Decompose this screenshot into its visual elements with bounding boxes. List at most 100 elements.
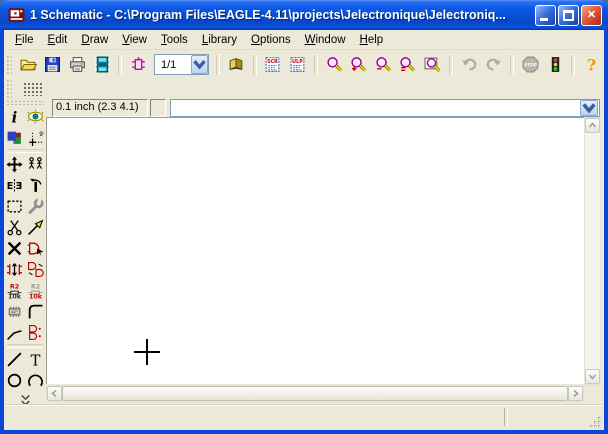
minimize-button[interactable] bbox=[535, 5, 556, 26]
chevron-left-icon bbox=[50, 389, 59, 398]
undo-button[interactable] bbox=[458, 53, 481, 76]
vertical-scrollbar[interactable] bbox=[584, 117, 601, 385]
split-icon bbox=[6, 324, 23, 341]
schematic-canvas[interactable] bbox=[46, 117, 584, 384]
close-button[interactable]: ✕ bbox=[581, 5, 602, 26]
parameter-toolbar-drag-handle[interactable] bbox=[6, 79, 12, 99]
toolbar-drag-handle[interactable] bbox=[6, 55, 12, 75]
svg-text:9°: 9° bbox=[39, 132, 44, 138]
scroll-right-button[interactable] bbox=[568, 386, 583, 401]
redo-button[interactable] bbox=[483, 53, 506, 76]
menu-file[interactable]: File bbox=[8, 32, 41, 48]
smash-tool-button[interactable] bbox=[4, 301, 25, 322]
menu-view[interactable]: View bbox=[115, 32, 154, 48]
text-tool-button[interactable]: T bbox=[25, 349, 46, 370]
miter-tool-button[interactable] bbox=[25, 301, 46, 322]
arc-tool-button[interactable] bbox=[25, 370, 46, 391]
cut-icon bbox=[6, 219, 23, 236]
zoom-fit-icon bbox=[326, 56, 343, 73]
scroll-down-button[interactable] bbox=[585, 369, 600, 384]
run-script-button[interactable]: SCR bbox=[262, 53, 285, 76]
stop-button[interactable]: STOP bbox=[519, 53, 542, 76]
title-bar[interactable]: 1 Schematic - C:\Program Files\EAGLE-4.1… bbox=[0, 0, 608, 30]
change-tool-button[interactable] bbox=[25, 196, 46, 217]
mark-tool-button[interactable]: 9° bbox=[25, 127, 46, 148]
cam-processor-button[interactable] bbox=[91, 53, 114, 76]
command-input[interactable] bbox=[170, 99, 600, 117]
print-button[interactable] bbox=[66, 53, 89, 76]
circle-tool-button[interactable] bbox=[4, 370, 25, 391]
menu-help[interactable]: Help bbox=[353, 32, 391, 48]
scrollbar-thumb[interactable] bbox=[62, 386, 568, 401]
value-icon: R210k bbox=[27, 282, 44, 299]
info-tool-button[interactable]: i bbox=[4, 106, 25, 127]
help-button[interactable]: ? bbox=[580, 53, 603, 76]
print-icon bbox=[69, 56, 86, 73]
chevron-down-icon bbox=[581, 100, 597, 116]
run-ulp-button[interactable]: ULP bbox=[286, 53, 309, 76]
zoom-redraw-button[interactable] bbox=[421, 53, 444, 76]
menu-options[interactable]: Options bbox=[244, 32, 298, 48]
sheet-dropdown-arrow[interactable] bbox=[191, 55, 208, 74]
horizontal-scrollbar[interactable] bbox=[46, 385, 584, 402]
close-icon: ✕ bbox=[587, 9, 596, 21]
invoke-tool-button[interactable] bbox=[25, 322, 46, 343]
toolbar-separator bbox=[253, 55, 257, 75]
value-tool-button[interactable]: R210k bbox=[25, 280, 46, 301]
switch-to-board-button[interactable] bbox=[127, 53, 150, 76]
tool-palette: i 9° EE R210kR210k T bbox=[4, 98, 46, 430]
ulp-icon: ULP bbox=[289, 56, 306, 73]
smash-icon bbox=[6, 303, 23, 320]
show-tool-button[interactable] bbox=[25, 106, 46, 127]
scroll-up-button[interactable] bbox=[585, 118, 600, 133]
zoom-in-button[interactable] bbox=[347, 53, 370, 76]
maximize-button[interactable] bbox=[558, 5, 579, 26]
paste-tool-button[interactable] bbox=[25, 217, 46, 238]
svg-text:10k: 10k bbox=[8, 292, 22, 299]
undo-icon bbox=[461, 56, 478, 73]
menu-library[interactable]: Library bbox=[195, 32, 244, 48]
copy-tool-button[interactable] bbox=[25, 154, 46, 175]
grid-button[interactable] bbox=[20, 80, 46, 98]
toolbar-separator bbox=[216, 55, 220, 75]
menu-draw[interactable]: Draw bbox=[74, 32, 115, 48]
minimize-icon bbox=[540, 18, 548, 21]
zoom-fit-button[interactable] bbox=[323, 53, 346, 76]
menu-window[interactable]: Window bbox=[298, 32, 353, 48]
group-tool-button[interactable] bbox=[4, 196, 25, 217]
split-tool-button[interactable] bbox=[4, 322, 25, 343]
add-tool-button[interactable] bbox=[25, 238, 46, 259]
pinswap-tool-button[interactable] bbox=[4, 259, 25, 280]
cut-tool-button[interactable] bbox=[4, 217, 25, 238]
move-icon bbox=[6, 156, 23, 173]
delete-icon bbox=[6, 240, 23, 257]
zoom-select-button[interactable] bbox=[397, 53, 420, 76]
resize-grip[interactable] bbox=[589, 416, 602, 429]
move-tool-button[interactable] bbox=[4, 154, 25, 175]
command-dropdown-arrow[interactable] bbox=[580, 100, 598, 116]
menu-tools[interactable]: Tools bbox=[154, 32, 195, 48]
wire-tool-button[interactable] bbox=[4, 349, 25, 370]
sheet-selector[interactable]: 1/1 bbox=[154, 54, 209, 75]
rotate-tool-button[interactable] bbox=[25, 175, 46, 196]
name-tool-button[interactable]: R210k bbox=[4, 280, 25, 301]
scroll-left-button[interactable] bbox=[47, 386, 62, 401]
palette-separator bbox=[7, 149, 43, 153]
mirror-tool-button[interactable]: EE bbox=[4, 175, 25, 196]
go-button[interactable] bbox=[544, 53, 567, 76]
save-icon bbox=[44, 56, 61, 73]
use-library-button[interactable] bbox=[225, 53, 248, 76]
eagle-app-icon[interactable] bbox=[8, 7, 25, 24]
delete-tool-button[interactable] bbox=[4, 238, 25, 259]
group-icon bbox=[6, 198, 23, 215]
save-button[interactable] bbox=[42, 53, 65, 76]
gateswap-tool-button[interactable] bbox=[25, 259, 46, 280]
display-tool-button[interactable] bbox=[4, 127, 25, 148]
menu-edit[interactable]: Edit bbox=[41, 32, 75, 48]
open-button[interactable] bbox=[17, 53, 40, 76]
zoom-out-button[interactable] bbox=[372, 53, 395, 76]
board-icon bbox=[130, 56, 147, 73]
help-icon: ? bbox=[583, 56, 600, 73]
menu-bar: FileEditDrawViewToolsLibraryOptionsWindo… bbox=[4, 30, 604, 50]
palette-row bbox=[4, 301, 46, 322]
